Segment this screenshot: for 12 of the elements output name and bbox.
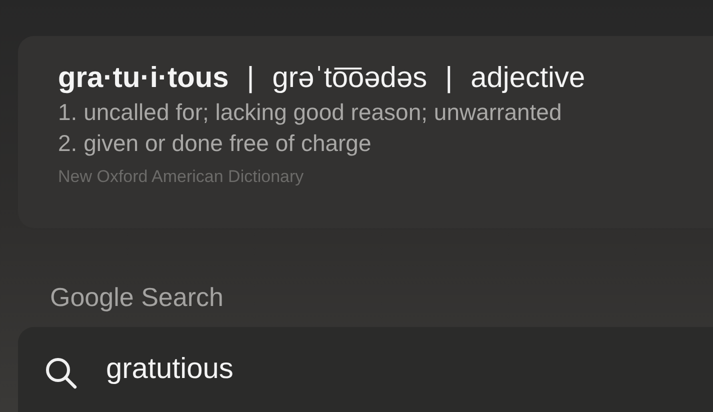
pronunciation: ɡrəˈto͞oədəs xyxy=(272,62,428,95)
search-result[interactable]: gratutious xyxy=(18,327,713,412)
separator: | xyxy=(246,62,254,95)
section-title: Google Search xyxy=(50,282,224,313)
search-icon xyxy=(44,356,78,390)
separator: | xyxy=(445,62,453,95)
dictionary-source: New Oxford American Dictionary xyxy=(58,167,305,187)
search-query: gratutious xyxy=(106,353,234,386)
definition-sense: 1. uncalled for; lacking good reason; unwarranted xyxy=(58,99,563,126)
part-of-speech: adjective xyxy=(470,62,586,95)
headword: gra·tu·i·tous xyxy=(58,62,229,95)
definition-sense: 2. given or done free of charge xyxy=(58,130,372,157)
